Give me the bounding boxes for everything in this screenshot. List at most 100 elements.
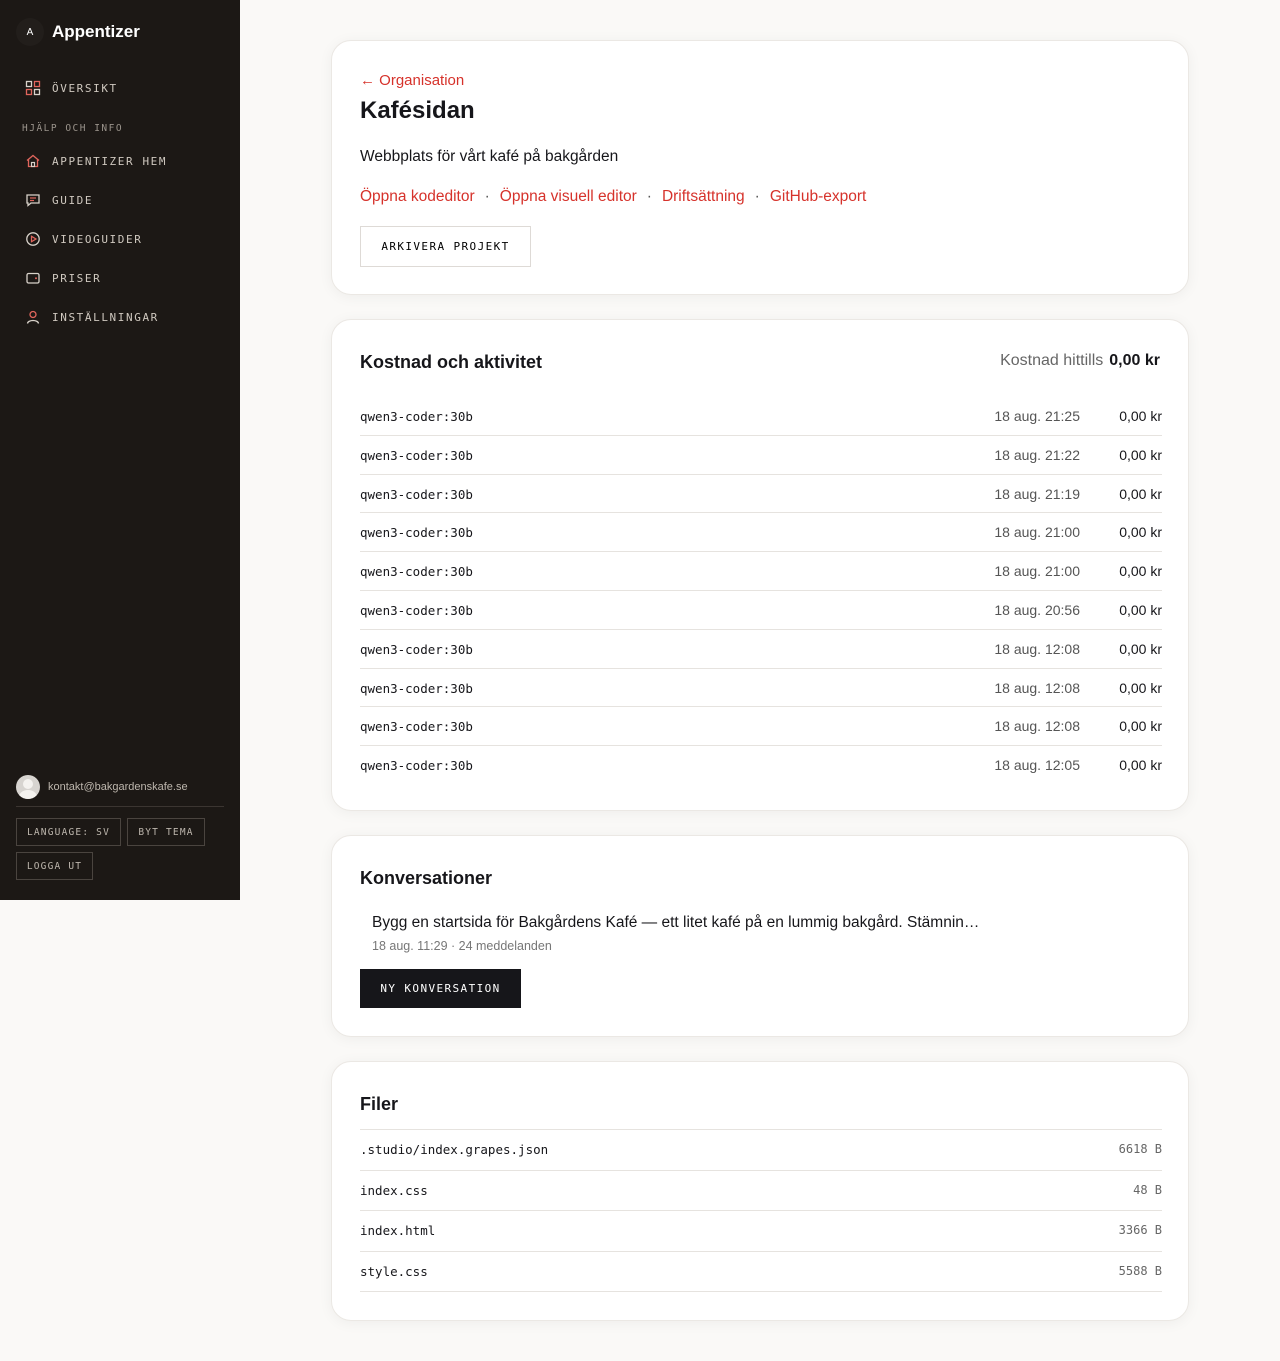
cost-total-value: 0,00 kr	[1109, 352, 1160, 369]
file-size: 3366 B	[1118, 1223, 1162, 1238]
file-row[interactable]: index.css 48 B	[360, 1171, 1162, 1212]
project-description: Webbplats för vårt kafé på bakgården	[360, 148, 619, 165]
sidebar-item-label: INSTÄLLNINGAR	[52, 310, 159, 324]
file-name: index.css	[360, 1182, 428, 1198]
cost-row: qwen3-coder:30b 18 aug. 12:05 0,00 kr	[360, 746, 1162, 785]
cost-amount: 0,00 kr	[1119, 563, 1162, 580]
github-export-link[interactable]: GitHub-export	[770, 188, 866, 206]
cost-time: 18 aug. 12:05	[994, 757, 1080, 774]
cost-model: qwen3-coder:30b	[360, 486, 473, 502]
cost-activity-title: Kostnad och aktivitet	[360, 352, 543, 372]
sidebar-item-guide[interactable]: GUIDE	[16, 184, 224, 216]
cost-row: qwen3-coder:30b 18 aug. 21:25 0,00 kr	[360, 397, 1162, 436]
cost-time: 18 aug. 21:00	[994, 524, 1080, 541]
cost-amount: 0,00 kr	[1119, 485, 1162, 502]
conversation-meta: 18 aug. 11:29 · 24 meddelanden	[372, 939, 552, 953]
cost-row: qwen3-coder:30b 18 aug. 12:08 0,00 kr	[360, 630, 1162, 669]
user-icon	[23, 307, 43, 327]
open-code-editor-link[interactable]: Öppna kodeditor	[360, 188, 475, 206]
cost-model: qwen3-coder:30b	[360, 525, 473, 541]
deployment-link[interactable]: Driftsättning	[662, 188, 745, 206]
conversation-item[interactable]: Bygg en startsida för Bakgårdens Kafé — …	[372, 914, 979, 953]
avatar	[16, 775, 40, 799]
account[interactable]: kontakt@bakgardenskafe.se	[16, 775, 188, 799]
page-title: Kafésidan	[360, 97, 475, 124]
cost-total: Kostnad hittills 0,00 kr	[1000, 352, 1160, 370]
sidebar: A Appentizer ÖVERSIKT HJÄLP OCH INFO APP…	[0, 0, 240, 900]
cost-time: 18 aug. 21:22	[994, 446, 1080, 463]
conversation-title: Bygg en startsida för Bakgårdens Kafé — …	[372, 914, 980, 931]
grid-icon	[23, 78, 43, 98]
sidebar-item-label: PRISER	[52, 271, 102, 285]
sidebar-item-label: VIDEOGUIDER	[52, 232, 143, 246]
back-to-organisation-link[interactable]: ← Organisation	[360, 72, 464, 89]
cost-time: 18 aug. 21:19	[994, 485, 1080, 502]
sidebar-item-home[interactable]: APPENTIZER HEM	[16, 145, 224, 177]
file-name: style.css	[360, 1263, 428, 1279]
cost-amount: 0,00 kr	[1119, 757, 1162, 774]
cost-time: 18 aug. 20:56	[994, 601, 1080, 618]
file-size: 6618 B	[1118, 1142, 1162, 1156]
file-name: index.html	[360, 1223, 436, 1239]
cost-row: qwen3-coder:30b 18 aug. 20:56 0,00 kr	[360, 591, 1162, 630]
file-name: .studio/index.grapes.json	[360, 1142, 549, 1157]
cost-time: 18 aug. 21:25	[994, 408, 1080, 424]
sidebar-divider	[16, 806, 224, 807]
sidebar-item-label: ÖVERSIKT	[52, 81, 118, 95]
cost-amount: 0,00 kr	[1119, 718, 1162, 735]
sidebar-item-videoguides[interactable]: VIDEOGUIDER	[16, 223, 224, 255]
brand-logo: A	[16, 18, 44, 46]
separator: ·	[754, 188, 760, 205]
files-card: Filer .studio/index.grapes.json 6618 B ind…	[331, 1061, 1189, 1321]
cost-row: qwen3-coder:30b 18 aug. 21:22 0,00 kr	[360, 436, 1162, 475]
theme-toggle-button[interactable]: BYT TEMA	[127, 818, 205, 846]
cost-row: qwen3-coder:30b 18 aug. 12:08 0,00 kr	[360, 707, 1162, 747]
home-icon	[23, 151, 43, 171]
project-card: ← Organisation Kafésidan Webbplats för v…	[331, 40, 1189, 295]
cost-time: 18 aug. 12:08	[994, 718, 1080, 735]
cost-row: qwen3-coder:30b 18 aug. 21:19 0,00 kr	[360, 475, 1162, 514]
brand[interactable]: A Appentizer	[16, 18, 140, 46]
cost-row: qwen3-coder:30b 18 aug. 21:00 0,00 kr	[360, 513, 1162, 553]
cost-row: qwen3-coder:30b 18 aug. 21:00 0,00 kr	[360, 552, 1162, 591]
cost-model: qwen3-coder:30b	[360, 409, 473, 424]
file-row[interactable]: .studio/index.grapes.json 6618 B	[360, 1130, 1162, 1171]
cost-model: qwen3-coder:30b	[360, 680, 473, 696]
cost-row: qwen3-coder:30b 18 aug. 12:08 0,00 kr	[360, 669, 1162, 708]
separator: ·	[484, 188, 490, 205]
cost-time: 18 aug. 12:08	[994, 679, 1080, 696]
separator: ·	[646, 188, 652, 205]
open-visual-editor-link[interactable]: Öppna visuell editor	[500, 188, 637, 206]
file-list: .studio/index.grapes.json 6618 B index.css…	[360, 1129, 1162, 1293]
file-row[interactable]: style.css 5588 B	[360, 1252, 1162, 1293]
cost-activity-card: Kostnad och aktivitet Kostnad hittills 0…	[331, 319, 1189, 811]
cost-total-label: Kostnad hittills	[1000, 352, 1104, 369]
cost-amount: 0,00 kr	[1119, 408, 1162, 424]
cost-model: qwen3-coder:30b	[360, 758, 473, 774]
logout-button[interactable]: LOGGA UT	[16, 852, 93, 880]
sidebar-item-overview[interactable]: ÖVERSIKT	[16, 72, 224, 104]
sidebar-item-pricing[interactable]: PRISER	[16, 262, 224, 294]
files-title: Filer	[360, 1094, 399, 1114]
conversations-card: Konversationer Bygg en startsida för Bak…	[331, 835, 1189, 1037]
language-button[interactable]: LANGUAGE: SV	[16, 818, 121, 846]
cost-time: 18 aug. 12:08	[994, 640, 1080, 657]
chat-icon	[23, 190, 43, 210]
file-row[interactable]: index.html 3366 B	[360, 1211, 1162, 1252]
cost-model: qwen3-coder:30b	[360, 447, 473, 463]
project-actions: Öppna kodeditor · Öppna visuell editor ·…	[360, 188, 866, 206]
cost-amount: 0,00 kr	[1119, 601, 1162, 618]
archive-project-button[interactable]: ARKIVERA PROJEKT	[360, 226, 531, 267]
cost-amount: 0,00 kr	[1119, 446, 1162, 463]
wallet-icon	[23, 268, 43, 288]
play-icon	[23, 229, 43, 249]
file-size: 48 B	[1133, 1182, 1162, 1197]
cost-model: qwen3-coder:30b	[360, 564, 473, 580]
cost-model: qwen3-coder:30b	[360, 641, 473, 657]
new-conversation-button[interactable]: NY KONVERSATION	[360, 969, 521, 1008]
section-label: HJÄLP OCH INFO	[22, 123, 124, 134]
cost-amount: 0,00 kr	[1119, 524, 1162, 541]
sidebar-item-label: APPENTIZER HEM	[52, 154, 168, 168]
cost-model: qwen3-coder:30b	[360, 602, 473, 618]
sidebar-item-settings[interactable]: INSTÄLLNINGAR	[16, 301, 224, 333]
